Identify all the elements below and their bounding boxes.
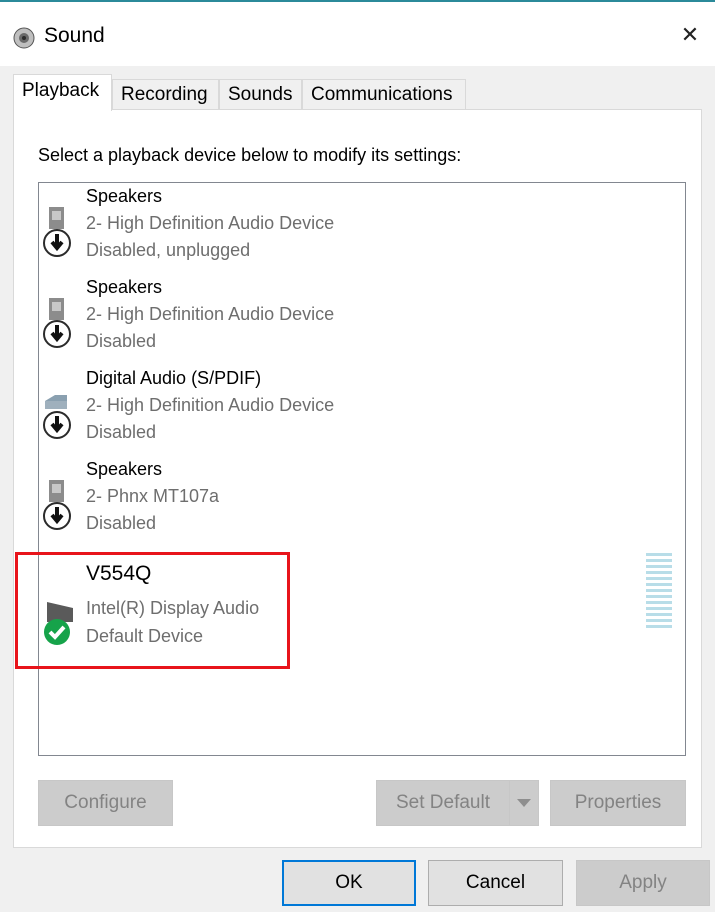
volume-level-meter [646,553,672,629]
apply-button[interactable]: Apply [576,860,710,906]
device-detail: 2- High Definition Audio Device [86,304,335,324]
speaker-disabled-icon [43,207,71,257]
speaker-icon [13,27,35,49]
device-detail: 2- Phnx MT107a [86,486,220,506]
speaker-disabled-icon [43,480,71,530]
tab-sounds[interactable]: Sounds [219,79,302,109]
tab-playback[interactable]: Playback [13,74,112,111]
device-name: Speakers [86,459,163,479]
device-name: Speakers [86,277,163,297]
device-status: Disabled [86,513,157,533]
device-list[interactable]: Speakers 2- High Definition Audio Device… [15,182,686,756]
cancel-button[interactable]: Cancel [428,860,563,906]
device-status: Disabled [86,331,157,351]
set-default-dropdown[interactable] [509,780,539,826]
tab-communications[interactable]: Communications [302,79,466,109]
instruction-text: Select a playback device below to modify… [38,145,462,165]
device-status: Disabled, unplugged [86,240,251,260]
properties-button[interactable]: Properties [550,780,686,826]
configure-button[interactable]: Configure [38,780,173,826]
tab-recording[interactable]: Recording [112,79,219,109]
device-status: Disabled [86,422,157,442]
device-item[interactable]: Digital Audio (S/PDIF) 2- High Definitio… [39,365,639,455]
close-button[interactable]: ✕ [673,18,707,52]
digital-audio-disabled-icon [43,395,71,439]
highlight-box [15,552,290,669]
device-name: Digital Audio (S/PDIF) [86,368,262,388]
chevron-down-icon [517,799,531,807]
device-item[interactable]: Speakers 2- High Definition Audio Device… [39,274,639,364]
device-detail: 2- High Definition Audio Device [86,395,335,415]
ok-button[interactable]: OK [282,860,416,906]
title-bar: Sound ✕ [0,2,715,66]
device-name: Speakers [86,186,163,206]
device-item[interactable]: Speakers 2- High Definition Audio Device… [39,183,639,273]
speaker-disabled-icon [43,298,71,348]
device-detail: 2- High Definition Audio Device [86,213,335,233]
playback-panel: Select a playback device below to modify… [13,109,702,848]
device-item[interactable]: Speakers 2- Phnx MT107a Disabled [39,456,639,546]
set-default-button[interactable]: Set Default [376,780,509,826]
window-title: Sound [44,24,105,47]
